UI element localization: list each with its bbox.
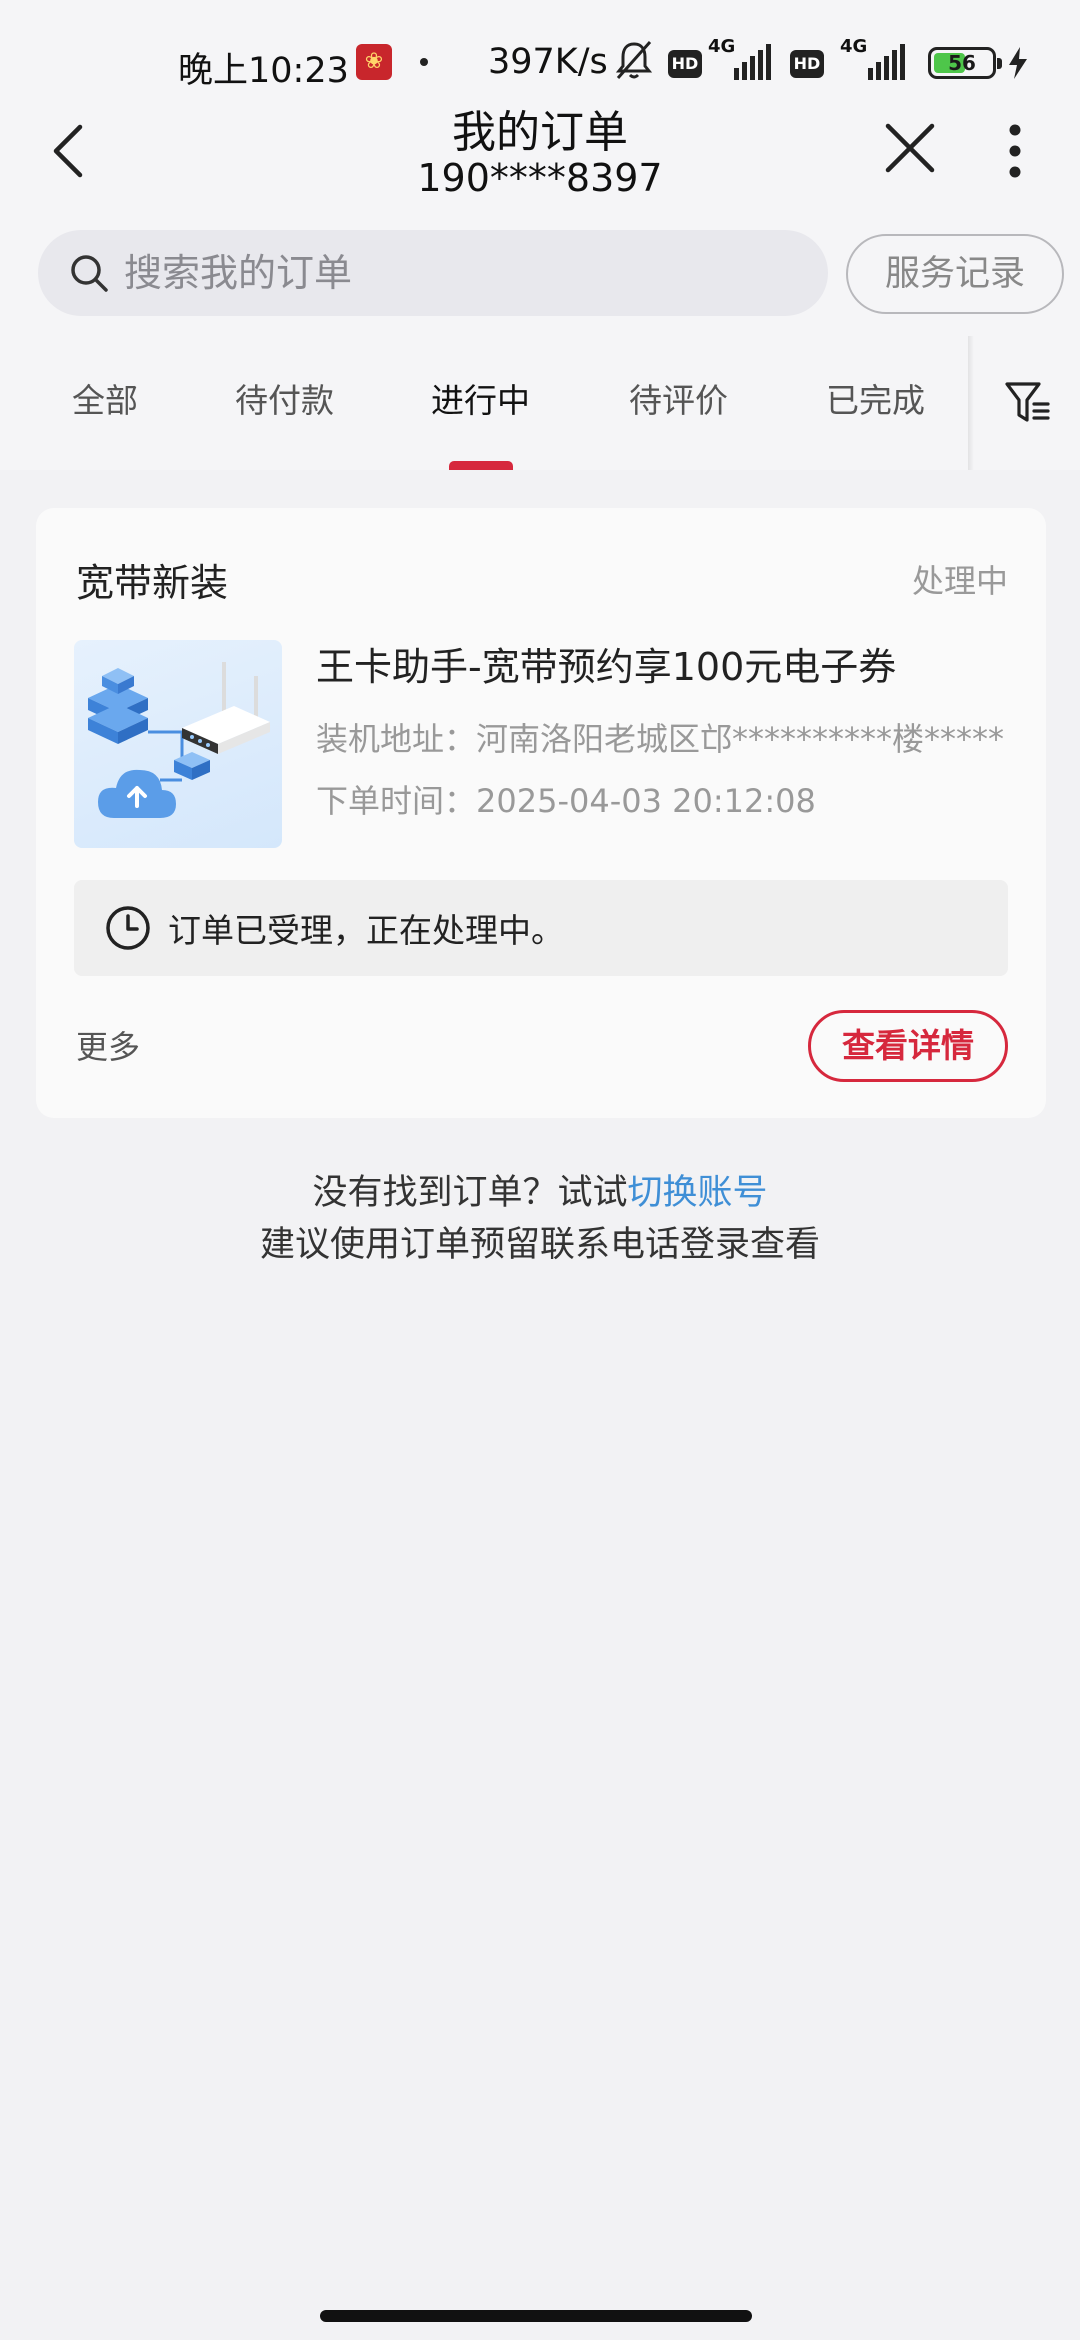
battery-level: 56 xyxy=(948,51,976,75)
notice-text: 订单已受理，正在处理中。 xyxy=(168,911,564,950)
page-title: 我的订单 xyxy=(452,107,628,158)
no-order-hint: 没有找到订单？试试切换账号 xyxy=(0,1164,1080,1215)
order-notice: 订单已受理，正在处理中。 xyxy=(74,880,1008,976)
close-button[interactable] xyxy=(878,116,942,180)
status-dot xyxy=(420,58,428,66)
tab-pending-review[interactable]: 待评价 xyxy=(629,374,728,422)
more-menu-button[interactable] xyxy=(990,116,1040,186)
close-icon xyxy=(885,123,935,173)
install-address: 装机地址：河南洛阳老城区邙**********楼***** xyxy=(316,720,1005,758)
signal-icon xyxy=(868,44,905,80)
search-icon xyxy=(71,255,108,292)
tab-all[interactable]: 全部 xyxy=(72,374,138,422)
battery-icon: 56 xyxy=(928,47,1002,79)
back-button[interactable] xyxy=(36,116,100,186)
product-name[interactable]: 王卡助手-宽带预约享100元电子券 xyxy=(316,636,896,691)
more-vertical-icon xyxy=(1009,124,1021,178)
product-thumbnail[interactable] xyxy=(74,640,282,848)
page-subtitle: 190****8397 xyxy=(417,156,663,200)
home-indicator[interactable] xyxy=(320,2310,752,2322)
service-record-button[interactable]: 服务记录 xyxy=(846,234,1064,314)
router-icon xyxy=(182,662,270,754)
filter-divider xyxy=(968,336,974,470)
silent-bell-icon xyxy=(615,41,653,79)
view-details-button[interactable]: 查看详情 xyxy=(808,1010,1008,1082)
order-status: 处理中 xyxy=(911,562,1008,600)
app-notification-icon: ❀ xyxy=(356,44,392,80)
battery-tip xyxy=(997,58,1002,69)
back-icon xyxy=(53,124,83,178)
server-stack-icon xyxy=(88,668,148,744)
switch-account-link[interactable]: 切换账号 xyxy=(628,1173,768,1213)
network-type-2: 4G xyxy=(840,36,868,57)
tab-in-progress[interactable]: 进行中 xyxy=(431,374,530,422)
cloud-upload-icon xyxy=(98,769,176,818)
order-category: 宽带新装 xyxy=(76,561,229,605)
status-bar: 晚上10:23 ❀ 397K/s HD 4G HD 4G 56 xyxy=(0,30,1080,96)
net-speed: 397K/s xyxy=(488,42,608,82)
charging-icon xyxy=(1009,47,1027,79)
broadband-router-illustration xyxy=(88,662,270,818)
filter-icon[interactable] xyxy=(1004,378,1050,428)
status-time: 晚上10:23 xyxy=(178,51,349,91)
tab-pending-payment[interactable]: 待付款 xyxy=(235,374,334,422)
order-time: 下单时间：2025-04-03 20:12:08 xyxy=(316,782,816,820)
active-tab-indicator xyxy=(449,461,513,470)
search-input[interactable] xyxy=(124,230,804,316)
more-link[interactable]: 更多 xyxy=(76,1022,140,1068)
no-order-hint-text: 没有找到订单？试试 xyxy=(312,1173,628,1213)
search-box[interactable] xyxy=(38,230,828,316)
clock-icon xyxy=(106,906,150,950)
hd-badge-1: HD xyxy=(668,50,702,78)
signal-icon xyxy=(734,44,771,80)
login-suggestion: 建议使用订单预留联系电话登录查看 xyxy=(259,1225,820,1265)
hd-badge-2: HD xyxy=(790,50,824,78)
tab-completed[interactable]: 已完成 xyxy=(826,374,925,422)
order-card[interactable]: 宽带新装 处理中 王卡助手-宽带预约享100元电子券 装机地址：河南洛阳老城区邙… xyxy=(36,508,1046,1118)
